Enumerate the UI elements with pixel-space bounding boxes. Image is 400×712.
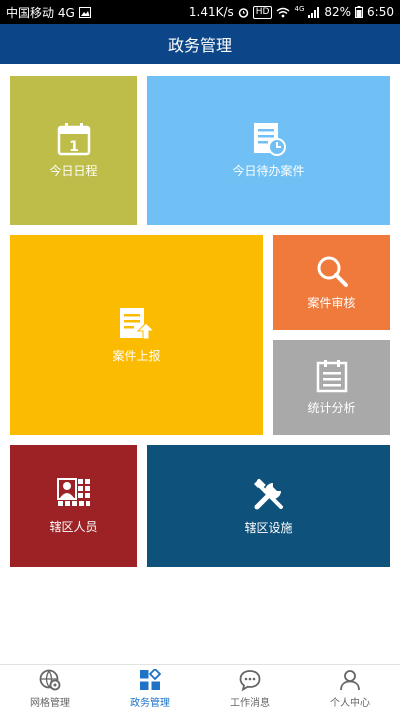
bottom-nav: 网格管理 政务管理 工作消息 个人中心 [0,664,400,712]
nav-personal-center[interactable]: 个人中心 [300,665,400,712]
document-clock-icon [253,123,286,156]
alarm-icon [238,7,249,18]
globe-gear-icon [39,669,61,690]
tile-district-facilities[interactable]: 辖区设施 [147,445,390,567]
clock: 6:50 [367,5,394,19]
wifi-icon [277,7,290,17]
tile-label: 今日日程 [49,164,98,178]
title-bar: 政务管理 [0,24,400,64]
user-icon [340,669,360,690]
nav-label: 网格管理 [30,697,70,709]
tile-label: 案件上报 [112,348,161,363]
tile-label: 辖区设施 [244,520,293,535]
status-bar: 中国移动 4G 1.41K/s HD 4G 82% 6:50 [0,0,400,24]
tile-district-personnel[interactable]: 辖区人员 [10,445,137,567]
nav-grid-management[interactable]: 网格管理 [0,665,100,712]
image-icon [78,6,91,18]
net-speed: 1.41K/s [188,5,234,19]
document-upload-icon [119,307,155,339]
page-title: 政务管理 [167,36,232,55]
carrier-label: 中国移动 4G [6,5,75,20]
network-type: 4G [294,5,305,13]
tile-case-report[interactable]: 案件上报 [10,235,263,435]
hd-badge: HD [252,5,273,19]
nav-government-management[interactable]: 政务管理 [100,665,200,712]
nav-label: 工作消息 [230,697,270,709]
calendar-icon: 1 [57,123,90,156]
tile-case-review[interactable]: 案件审核 [273,235,390,330]
battery-icon [355,6,364,18]
clipboard-icon [316,360,347,393]
tools-icon [253,478,283,509]
tile-statistics[interactable]: 统计分析 [273,340,390,435]
tile-today-schedule[interactable]: 1 今日日程 [10,76,137,225]
tile-today-todo-cases[interactable]: 今日待办案件 [147,76,390,225]
people-grid-icon [56,477,90,506]
tile-grid: 1 今日日程 今日待办案件 案件上报 案件审核 统计分析 辖区人员 辖区设施 [0,64,400,664]
tile-label: 案件审核 [307,296,356,310]
tile-label: 辖区人员 [49,519,98,534]
nav-label: 个人中心 [330,697,370,709]
grid-icon [140,668,161,690]
magnifier-icon [317,256,348,287]
calendar-day-number: 1 [69,139,79,155]
tile-label: 今日待办案件 [232,164,305,178]
nav-work-messages[interactable]: 工作消息 [200,665,300,712]
nav-label: 政务管理 [130,697,170,709]
chat-icon [239,669,261,691]
battery-percent: 82% [324,5,352,19]
tile-label: 统计分析 [307,401,356,415]
signal-icon [308,6,320,18]
